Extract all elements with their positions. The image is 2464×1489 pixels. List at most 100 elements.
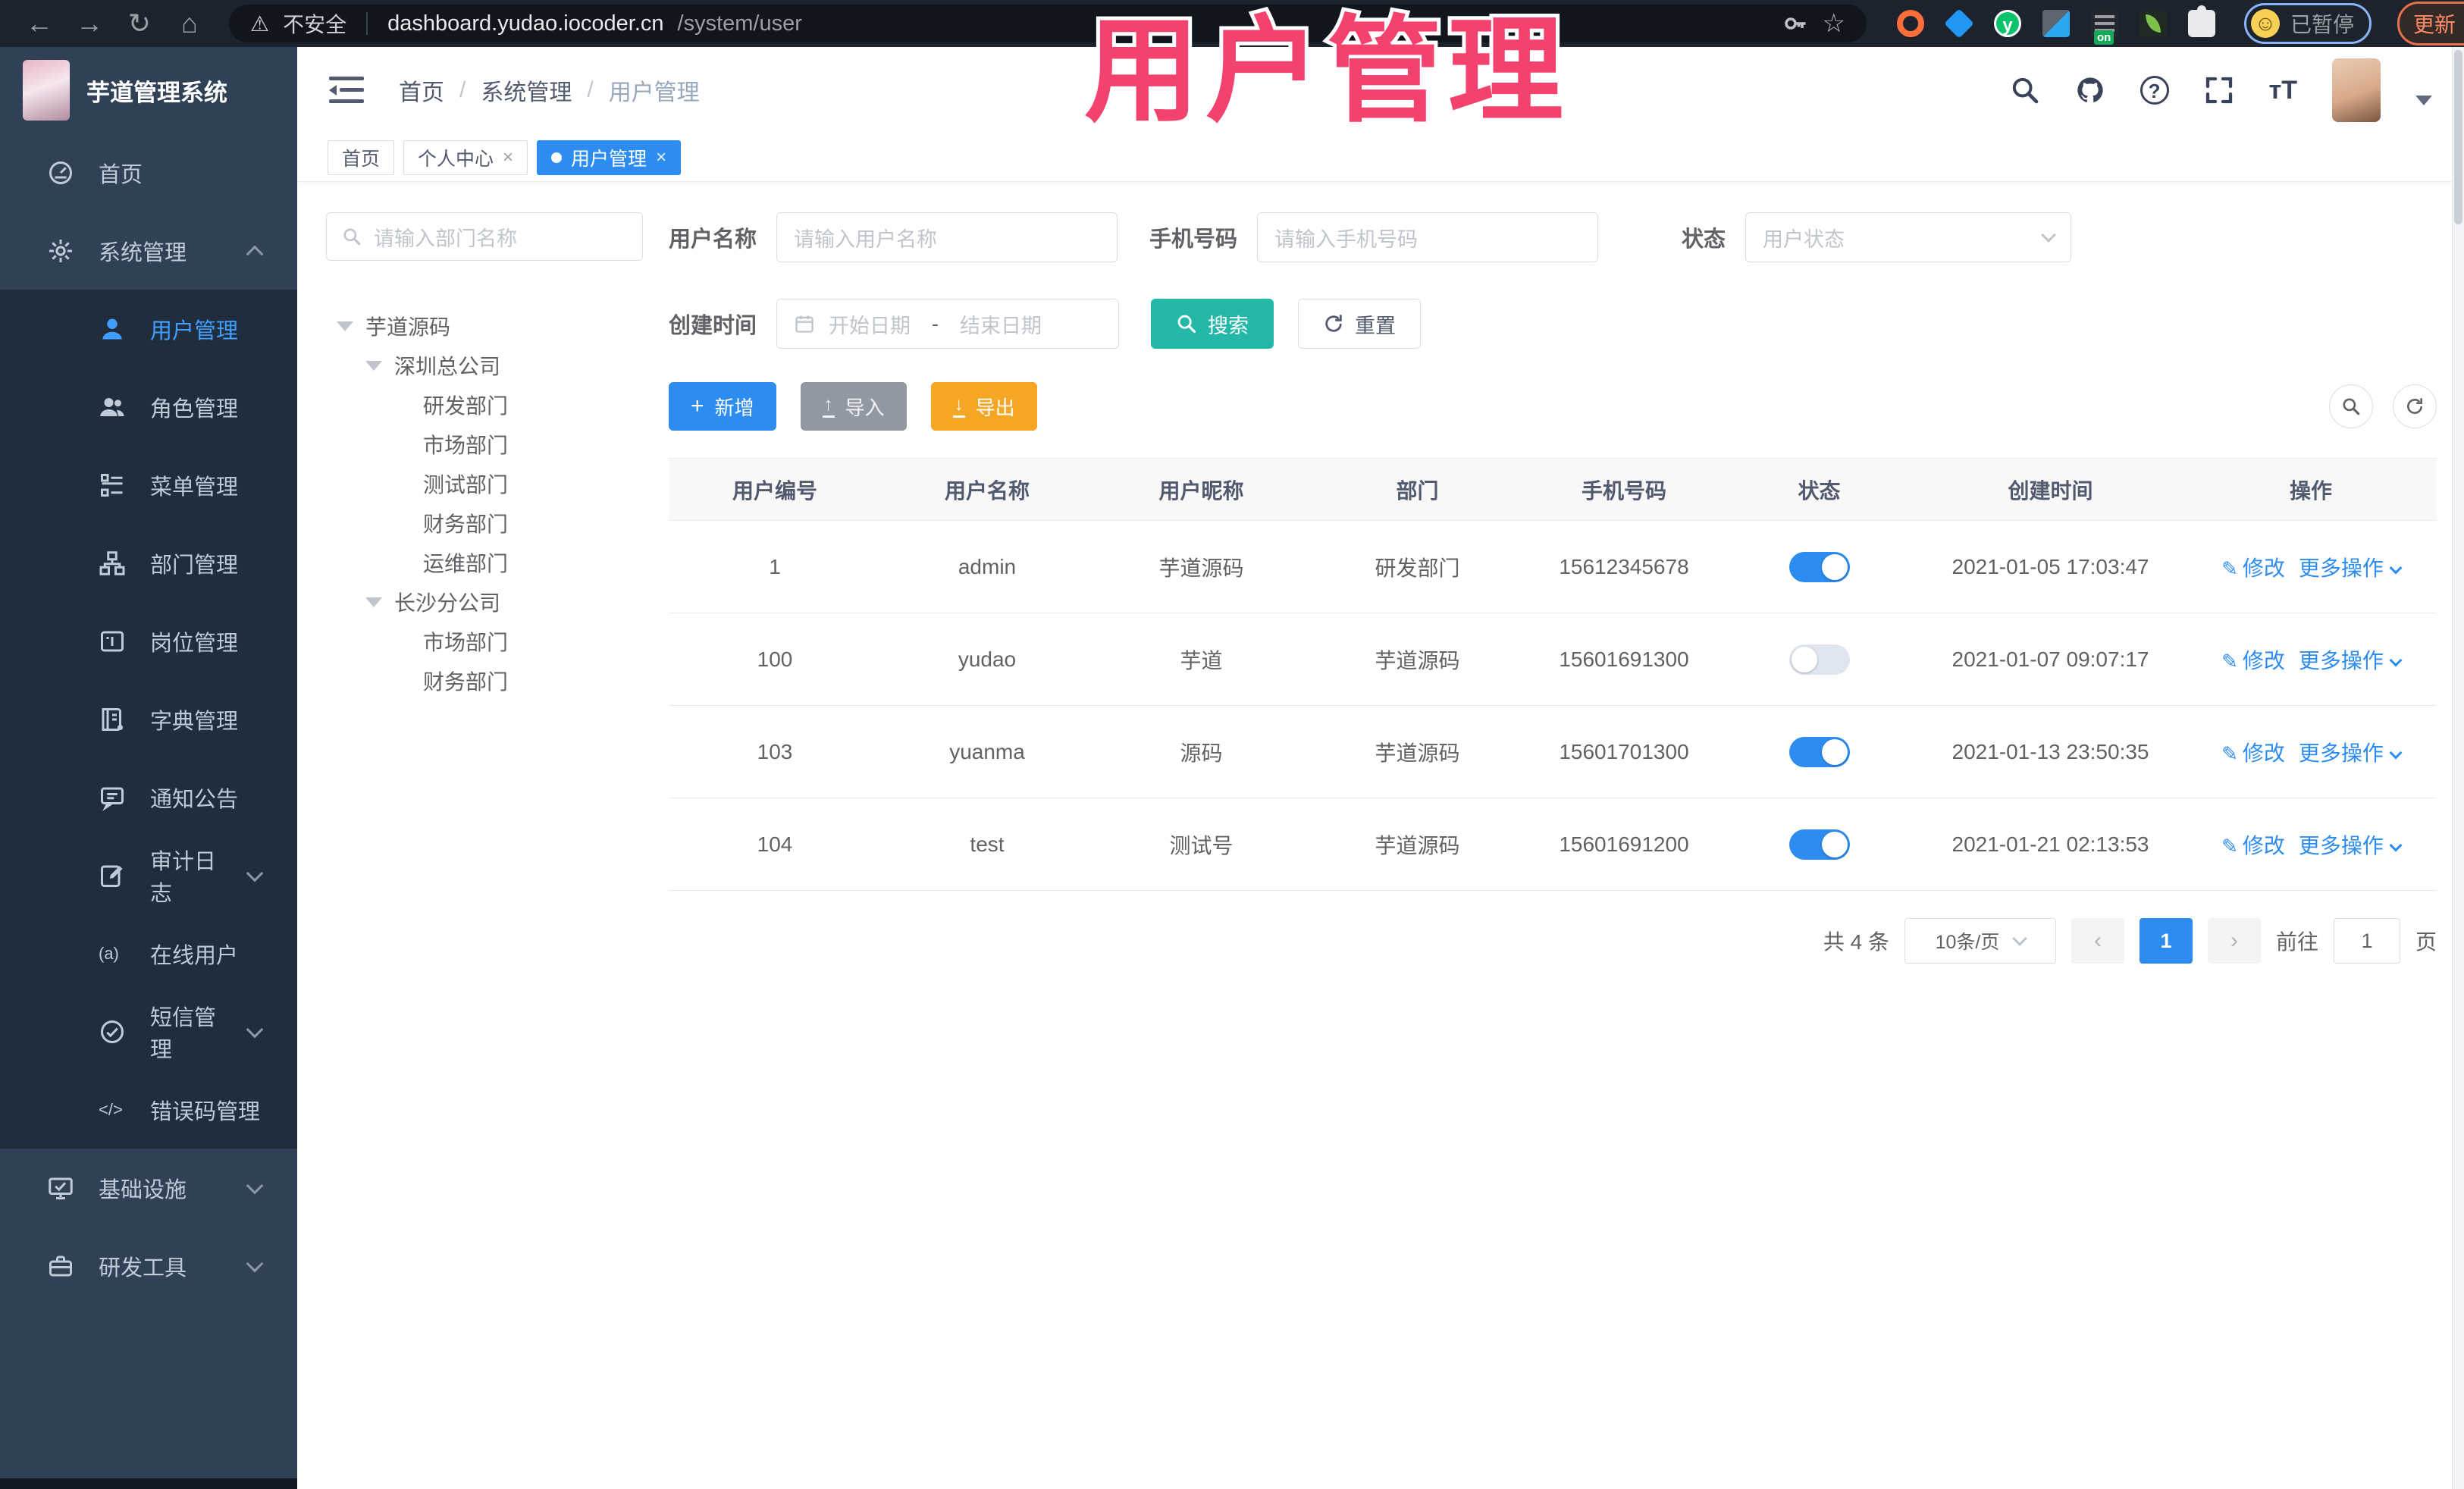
mobile-input[interactable]: 请输入手机号码 (1257, 212, 1599, 262)
import-button[interactable]: ↑ 导入 (800, 382, 907, 431)
search-button[interactable]: 搜索 (1151, 299, 1274, 349)
scrollbar-thumb[interactable] (2454, 50, 2462, 224)
sidebar-item-online-users[interactable]: (a) 在线用户 (0, 914, 297, 992)
extension-ring-icon[interactable] (1897, 10, 1924, 37)
tree-node[interactable]: 深圳总公司 (326, 346, 669, 385)
search-icon[interactable] (2010, 75, 2040, 105)
password-key-icon[interactable] (1782, 10, 1809, 37)
caret-down-icon[interactable] (337, 321, 353, 331)
sidebar-menu: 首页 系统管理 用户管理 角色管理 菜单管理 部门管理 岗位管理 字典管理 通知… (0, 133, 297, 1305)
username-input[interactable]: 请输入用户名称 (776, 212, 1118, 262)
sidebar-item-sms-mgmt[interactable]: 短信管理 (0, 992, 297, 1071)
modify-link[interactable]: 修改 (2243, 556, 2285, 580)
sidebar-item-role-mgmt[interactable]: 角色管理 (0, 368, 297, 446)
dept-search-input[interactable]: 请输入部门名称 (326, 212, 643, 261)
extension-list-icon[interactable]: on (2091, 10, 2118, 45)
breadcrumb-system[interactable]: 系统管理 (481, 74, 572, 107)
extensions-puzzle-icon[interactable] (2188, 5, 2215, 37)
status-toggle[interactable] (1788, 829, 1850, 860)
sidebar-item-dict-mgmt[interactable]: 字典管理 (0, 680, 297, 758)
extension-gem-icon[interactable] (1944, 8, 1974, 39)
sidebar-item-dev-tools[interactable]: 研发工具 (0, 1227, 297, 1305)
github-icon[interactable] (2075, 75, 2105, 105)
back-icon[interactable]: ← (20, 8, 59, 39)
avatar-dropdown-caret-icon[interactable] (2415, 95, 2432, 105)
cell-mobile: 15601701300 (1525, 705, 1723, 798)
sidebar-logo-row[interactable]: 芋道管理系统 (0, 47, 297, 133)
tree-node[interactable]: 长沙分公司 (326, 582, 669, 622)
tree-node[interactable]: 市场部门 (326, 425, 669, 464)
current-page-button[interactable]: 1 (2139, 918, 2193, 964)
modify-link[interactable]: 修改 (2243, 649, 2285, 672)
tree-node-label: 研发部门 (423, 394, 509, 418)
browser-profile-chip[interactable]: ☺ 已暂停 (2244, 3, 2372, 44)
sidebar-collapse-icon[interactable] (329, 77, 364, 104)
prev-page-button[interactable]: ‹ (2071, 918, 2124, 964)
sidebar-item-infrastructure[interactable]: 基础设施 (0, 1149, 297, 1227)
sidebar-item-menu-mgmt[interactable]: 菜单管理 (0, 446, 297, 524)
status-select[interactable]: 用户状态 (1745, 212, 2072, 262)
sidebar-item-system[interactable]: 系统管理 (0, 212, 297, 290)
tree-node[interactable]: 市场部门 (326, 622, 669, 661)
tree-node[interactable]: 测试部门 (326, 464, 669, 503)
page-size-select[interactable]: 10条/页 (1904, 918, 2056, 964)
export-button[interactable]: ↓ 导出 (930, 382, 1037, 431)
more-actions-link[interactable]: 更多操作 (2299, 649, 2384, 672)
extension-on-badge: on (2094, 30, 2114, 45)
sidebar-item-home[interactable]: 首页 (0, 133, 297, 212)
user-avatar[interactable] (2332, 58, 2381, 122)
col-dept: 部门 (1309, 458, 1525, 521)
close-icon[interactable]: × (503, 147, 513, 168)
caret-down-icon[interactable] (365, 597, 382, 607)
tree-node[interactable]: 财务部门 (326, 661, 669, 701)
add-button[interactable]: + 新增 (669, 382, 776, 431)
tree-node[interactable]: 财务部门 (326, 503, 669, 543)
sidebar-item-user-mgmt[interactable]: 用户管理 (0, 290, 297, 368)
scrollbar[interactable] (2452, 47, 2464, 1489)
show-search-button[interactable] (2329, 384, 2373, 428)
tab-home[interactable]: 首页 (328, 139, 395, 175)
sidebar-item-audit-log[interactable]: 审计日志 (0, 836, 297, 914)
refresh-button[interactable] (2393, 384, 2437, 428)
caret-down-icon[interactable] (365, 360, 382, 371)
help-icon[interactable]: ? (2140, 76, 2169, 105)
breadcrumb-separator: / (459, 77, 466, 102)
modify-link[interactable]: 修改 (2243, 834, 2285, 857)
cell-nickname: 芋道源码 (1093, 520, 1309, 613)
tab-profile[interactable]: 个人中心 × (403, 139, 528, 175)
extension-leaf-icon[interactable] (2140, 10, 2167, 37)
fullscreen-icon[interactable] (2204, 75, 2234, 105)
status-toggle[interactable] (1788, 644, 1850, 675)
filter-row-2: 创建时间 开始日期 - 结束日期 搜索 重置 (669, 299, 2437, 349)
sidebar-item-error-code[interactable]: </> 错误码管理 (0, 1071, 297, 1149)
tree-node[interactable]: 运维部门 (326, 543, 669, 582)
more-actions-link[interactable]: 更多操作 (2299, 556, 2384, 580)
forward-icon[interactable]: → (70, 8, 109, 39)
browser-update-button[interactable]: 更新 ⋮ (2397, 2, 2464, 45)
reload-icon[interactable]: ↻ (120, 8, 159, 39)
goto-page-input[interactable] (2333, 918, 2400, 964)
tab-user-mgmt[interactable]: 用户管理 × (537, 139, 682, 175)
sidebar-item-dept-mgmt[interactable]: 部门管理 (0, 524, 297, 602)
status-toggle[interactable] (1788, 551, 1850, 582)
extension-grid-icon[interactable] (2042, 10, 2070, 37)
reset-button[interactable]: 重置 (1298, 299, 1422, 349)
modify-link[interactable]: 修改 (2243, 741, 2285, 765)
date-range-input[interactable]: 开始日期 - 结束日期 (776, 299, 1120, 349)
home-icon[interactable]: ⌂ (170, 8, 209, 39)
breadcrumb-home[interactable]: 首页 (399, 74, 444, 107)
tree-node[interactable]: 芋道源码 (326, 306, 669, 346)
bookmark-star-icon[interactable]: ☆ (1823, 8, 1845, 39)
extension-y-icon[interactable]: y (1994, 10, 2021, 37)
close-icon[interactable]: × (656, 147, 666, 168)
next-page-button[interactable]: › (2207, 918, 2261, 964)
more-actions-link[interactable]: 更多操作 (2299, 741, 2384, 765)
more-actions-link[interactable]: 更多操作 (2299, 834, 2384, 857)
status-toggle[interactable] (1788, 736, 1850, 767)
font-size-icon[interactable]: тT (2269, 76, 2297, 105)
header-actions: ? тT (2010, 58, 2432, 122)
address-bar[interactable]: ⚠ 不安全 dashboard.yudao.iocoder.cn/system/… (229, 5, 1867, 42)
tree-node[interactable]: 研发部门 (326, 385, 669, 425)
sidebar-item-post-mgmt[interactable]: 岗位管理 (0, 602, 297, 680)
sidebar-item-notice[interactable]: 通知公告 (0, 758, 297, 836)
